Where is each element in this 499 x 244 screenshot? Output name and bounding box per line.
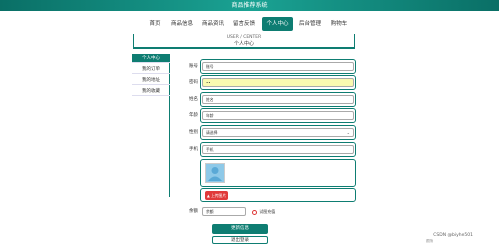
sidebar-item-orders[interactable]: 我的订单 bbox=[132, 65, 170, 74]
name-input[interactable]: 姓名 bbox=[202, 95, 354, 104]
age-row: 年龄 年龄 bbox=[172, 108, 366, 123]
balance-row: 余额 余额 试图充值 bbox=[172, 204, 366, 219]
balance-label: 余额 bbox=[189, 209, 198, 214]
sidebar: 个人中心 我的订单 我的地址 我的收藏 bbox=[132, 54, 170, 197]
gender-select[interactable]: 请选择 ⌄ bbox=[202, 128, 354, 137]
update-info-button[interactable]: 更新信息 bbox=[212, 224, 268, 234]
password-row: 密码 •• bbox=[172, 75, 366, 90]
balance-input[interactable]: 余额 bbox=[202, 207, 246, 216]
password-label: 密码 bbox=[189, 80, 198, 85]
gender-label: 性别 bbox=[189, 130, 198, 135]
password-input[interactable]: •• bbox=[202, 78, 354, 87]
upload-box: ▲ 上传图片 bbox=[200, 188, 356, 202]
sidebar-item-favorites[interactable]: 我的收藏 bbox=[132, 87, 170, 96]
phone-label: 手机 bbox=[189, 147, 198, 152]
account-label: 账号 bbox=[189, 64, 198, 69]
user-avatar-icon bbox=[208, 167, 222, 181]
chevron-down-icon: ⌄ bbox=[346, 130, 350, 135]
age-label: 年龄 bbox=[189, 113, 198, 118]
gender-select-value: 请选择 bbox=[206, 130, 218, 135]
nav-news[interactable]: 商品资讯 bbox=[199, 17, 227, 31]
upload-row: ▲ 上传图片 bbox=[172, 188, 366, 202]
upload-icon: ▲ bbox=[206, 193, 210, 198]
watermark: CSDN @biyhe501 bbox=[433, 233, 473, 238]
nav-home[interactable]: 首页 bbox=[144, 17, 166, 31]
upload-label: 上传图片 bbox=[210, 193, 227, 198]
corner-text: 跟随 bbox=[426, 239, 433, 243]
age-input[interactable]: 年龄 bbox=[202, 111, 354, 120]
name-label: 姓名 bbox=[189, 97, 198, 102]
recharge-label: 试图充值 bbox=[259, 209, 276, 214]
phone-input[interactable]: 手机 bbox=[202, 145, 354, 154]
phone-row: 手机 手机 bbox=[172, 142, 366, 157]
page-header: USER / CENTER 个人中心 bbox=[133, 34, 355, 49]
app-title: 商品推荐系统 bbox=[231, 2, 268, 9]
account-input[interactable]: 账号 bbox=[202, 62, 354, 71]
app-title-bar: 商品推荐系统 bbox=[0, 0, 499, 11]
top-nav: 首页 商品信息 商品资讯 留言反馈 个人中心 后台管理 购物车 bbox=[0, 11, 499, 36]
sidebar-item-address[interactable]: 我的地址 bbox=[132, 76, 170, 85]
nav-feedback[interactable]: 留言反馈 bbox=[230, 17, 258, 31]
sidebar-item-profile[interactable]: 个人中心 bbox=[132, 54, 170, 63]
logout-button[interactable]: 退出登录 bbox=[212, 236, 268, 244]
nav-products[interactable]: 商品信息 bbox=[168, 17, 196, 31]
avatar-box bbox=[200, 159, 356, 187]
page-title: 个人中心 bbox=[233, 41, 254, 47]
nav-admin[interactable]: 后台管理 bbox=[296, 17, 324, 31]
radio-icon bbox=[252, 209, 257, 215]
avatar bbox=[205, 163, 225, 183]
recharge-option[interactable]: 试图充值 bbox=[252, 208, 275, 215]
nav-cart[interactable]: 购物车 bbox=[327, 17, 351, 31]
name-row: 姓名 姓名 bbox=[172, 92, 366, 107]
gender-row: 性别 请选择 ⌄ bbox=[172, 125, 366, 140]
profile-form: 账号 账号 密码 •• 姓名 姓名 年龄 年龄 性别 请选择 ⌄ 手机 手机 ▲… bbox=[172, 54, 366, 224]
account-row: 账号 账号 bbox=[172, 59, 366, 74]
upload-image-button[interactable]: ▲ 上传图片 bbox=[205, 191, 228, 200]
nav-user-center[interactable]: 个人中心 bbox=[262, 17, 293, 31]
